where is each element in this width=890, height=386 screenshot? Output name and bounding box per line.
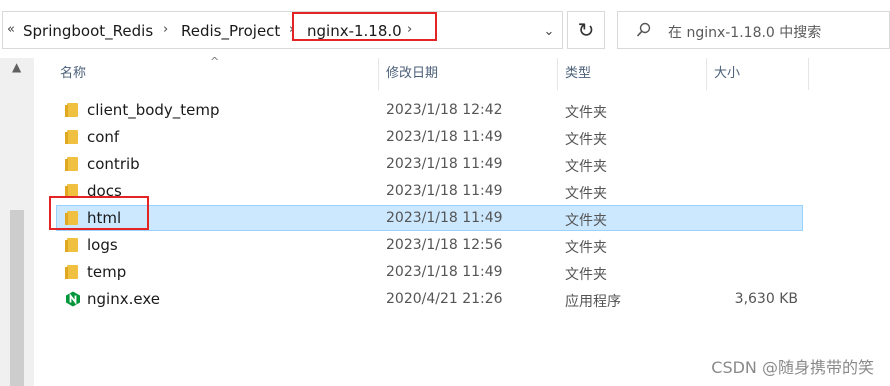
file-name: conf: [87, 128, 120, 146]
column-divider[interactable]: [808, 58, 809, 90]
file-type: 文件夹: [565, 186, 607, 202]
breadcrumb-springboot-redis[interactable]: Springboot_Redis: [23, 21, 153, 41]
search-icon: [636, 22, 651, 37]
file-type: 文件夹: [565, 213, 607, 229]
column-header-name[interactable]: 名称: [60, 58, 86, 90]
file-row[interactable]: contrib 2023/1/18 11:49 文件夹: [56, 151, 803, 177]
folder-icon: [65, 129, 79, 145]
scrollbar-thumb[interactable]: [10, 210, 24, 386]
file-row[interactable]: html 2023/1/18 11:49 文件夹: [56, 205, 803, 231]
watermark: CSDN @随身携带的笑: [711, 358, 874, 377]
file-date: 2023/1/18 12:42: [386, 102, 503, 118]
scroll-up-icon[interactable]: ▲: [12, 60, 21, 74]
breadcrumb-separator-icon[interactable]: ›: [163, 20, 168, 40]
file-row[interactable]: logs 2023/1/18 12:56 文件夹: [56, 232, 803, 258]
folder-icon: [65, 156, 79, 172]
file-type: 文件夹: [565, 132, 607, 148]
folder-icon: [65, 237, 79, 253]
annotation-highlight-box: [49, 196, 149, 230]
file-row[interactable]: conf 2023/1/18 11:49 文件夹: [56, 124, 803, 150]
file-name: logs: [87, 236, 118, 254]
breadcrumb-redis-project[interactable]: Redis_Project: [181, 21, 280, 41]
refresh-button[interactable]: ↻: [567, 11, 605, 49]
nginx-app-icon: [65, 291, 80, 307]
column-divider[interactable]: [557, 58, 558, 90]
file-name: nginx.exe: [87, 290, 160, 308]
column-header-row: ^ 名称 修改日期 类型 大小: [34, 55, 890, 90]
file-size: 3,630 KB: [734, 291, 798, 307]
file-type: 文件夹: [565, 267, 607, 283]
file-row[interactable]: nginx.exe 2020/4/21 21:26 应用程序 3,630 KB: [56, 286, 803, 312]
explorer-toolbar: « Springboot_Redis › Redis_Project › ngi…: [0, 0, 890, 58]
column-header-date[interactable]: 修改日期: [386, 58, 438, 90]
folder-icon: [65, 102, 79, 118]
file-type: 应用程序: [565, 294, 621, 310]
file-row[interactable]: docs 2023/1/18 11:49 文件夹: [56, 178, 803, 204]
column-divider[interactable]: [378, 58, 379, 90]
file-type: 文件夹: [565, 240, 607, 256]
refresh-icon: ↻: [577, 18, 595, 42]
file-date: 2023/1/18 11:49: [386, 183, 503, 199]
column-divider[interactable]: [706, 58, 707, 90]
address-dropdown-icon[interactable]: ⌄: [538, 21, 560, 41]
search-placeholder: 在 nginx-1.18.0 中搜索: [668, 25, 822, 41]
file-name: client_body_temp: [87, 101, 220, 119]
file-name: temp: [87, 263, 127, 281]
column-header-size[interactable]: 大小: [714, 58, 740, 90]
vertical-scrollbar[interactable]: ▲: [0, 58, 34, 386]
search-box[interactable]: 在 nginx-1.18.0 中搜索: [617, 11, 890, 49]
address-bar[interactable]: « Springboot_Redis › Redis_Project › ngi…: [2, 11, 563, 49]
file-date: 2023/1/18 11:49: [386, 129, 503, 145]
file-name: contrib: [87, 155, 140, 173]
sort-ascending-icon: ^: [210, 55, 220, 68]
annotation-highlight-box: [292, 12, 437, 41]
overflow-chevron-icon[interactable]: «: [7, 20, 15, 40]
file-type: 文件夹: [565, 159, 607, 175]
file-date: 2023/1/18 12:56: [386, 237, 503, 253]
file-type: 文件夹: [565, 105, 607, 121]
file-row[interactable]: temp 2023/1/18 11:49 文件夹: [56, 259, 803, 285]
folder-icon: [65, 264, 79, 280]
file-date: 2020/4/21 21:26: [386, 291, 503, 307]
file-row[interactable]: client_body_temp 2023/1/18 12:42 文件夹: [56, 97, 803, 123]
file-date: 2023/1/18 11:49: [386, 210, 503, 226]
file-date: 2023/1/18 11:49: [386, 264, 503, 280]
file-date: 2023/1/18 11:49: [386, 156, 503, 172]
column-header-type[interactable]: 类型: [565, 58, 591, 90]
